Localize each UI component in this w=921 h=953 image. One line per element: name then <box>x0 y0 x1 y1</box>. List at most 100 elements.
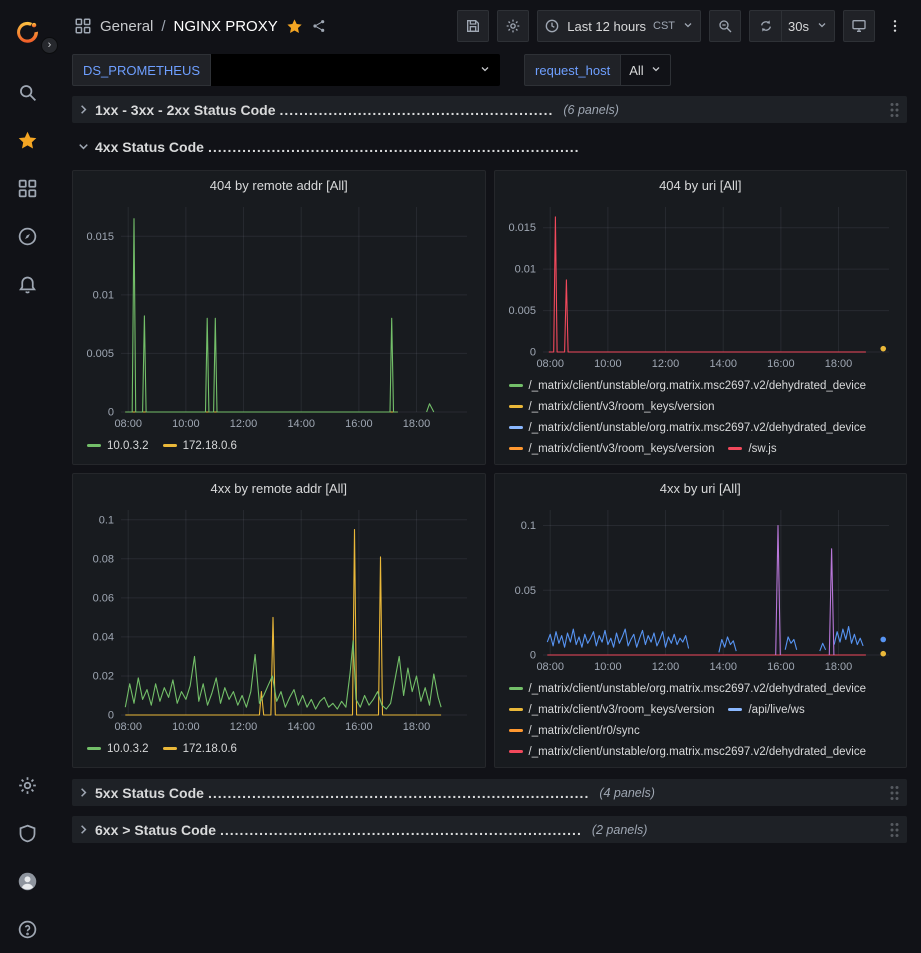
dashboard-canvas: 1xx - 3xx - 2xx Status Code ............… <box>54 88 921 953</box>
legend-item[interactable]: /_matrix/client/unstable/org.matrix.msc2… <box>509 678 867 699</box>
help-icon <box>17 919 38 940</box>
datasource-select[interactable] <box>211 54 500 86</box>
row-title: 4xx Status Code <box>95 139 204 155</box>
panel-title[interactable]: 404 by uri [All] <box>503 171 899 201</box>
legend-item[interactable]: /api/live/ws <box>728 699 804 720</box>
panel-title[interactable]: 4xx by remote addr [All] <box>81 474 477 504</box>
row-drag-handle[interactable] <box>888 820 901 840</box>
request-host-value: All <box>629 63 643 78</box>
refresh-interval-dropdown[interactable]: 30s <box>781 10 835 42</box>
row-drag-handle[interactable] <box>888 783 901 803</box>
legend-item[interactable]: /_matrix/client/r0/sync <box>509 720 640 741</box>
gear-icon <box>505 18 521 34</box>
dashboard-grid-icon[interactable] <box>74 17 92 35</box>
series-color-swatch <box>87 444 101 447</box>
row-header-1xx-3xx-2xx[interactable]: 1xx - 3xx - 2xx Status Code ............… <box>72 96 907 123</box>
bell-icon <box>17 274 38 295</box>
refresh-interval-label: 30s <box>788 19 809 34</box>
legend-item[interactable]: 10.0.3.2 <box>87 435 149 456</box>
legend-item[interactable]: 172.18.0.6 <box>163 738 237 759</box>
chevron-right-icon <box>76 785 91 800</box>
svg-text:14:00: 14:00 <box>709 358 737 370</box>
sidebar-item-explore[interactable] <box>0 212 54 260</box>
time-range-label: Last 12 hours <box>567 19 646 34</box>
row-leader-dots: ........................................… <box>220 822 582 838</box>
time-series-plot[interactable]: 00.050.108:0010:0012:0014:0016:0018:00 <box>503 504 899 675</box>
svg-text:0.005: 0.005 <box>86 348 114 360</box>
time-series-plot[interactable]: 00.0050.010.01508:0010:0012:0014:0016:00… <box>81 201 477 432</box>
legend-item[interactable]: 172.18.0.6 <box>163 435 237 456</box>
svg-text:0.005: 0.005 <box>508 305 536 317</box>
legend-item[interactable]: /_matrix/client/v3/room_keys/version <box>509 438 715 458</box>
tv-mode-button[interactable] <box>843 10 875 42</box>
sidebar-item-configuration[interactable] <box>0 761 54 809</box>
legend-item[interactable]: /_matrix/client/v3/room_keys/version <box>509 396 715 417</box>
row-drag-handle[interactable] <box>888 100 901 120</box>
clock-icon <box>544 18 560 34</box>
chevron-down-icon <box>76 139 91 154</box>
sidebar-expand-button[interactable]: › <box>41 37 58 54</box>
svg-text:14:00: 14:00 <box>287 721 315 733</box>
svg-text:12:00: 12:00 <box>651 661 679 673</box>
panel-legend: /_matrix/client/unstable/org.matrix.msc2… <box>503 372 899 458</box>
legend-item[interactable]: /_matrix/client/unstable/org.matrix.msc2… <box>509 417 867 438</box>
series-name: /_matrix/client/v3/room_keys/version <box>529 443 715 455</box>
series-color-swatch <box>509 405 523 408</box>
series-color-swatch <box>509 687 523 690</box>
row-header-5xx[interactable]: 5xx Status Code ........................… <box>72 779 907 806</box>
save-dashboard-button[interactable] <box>457 10 489 42</box>
time-series-plot[interactable]: 00.0050.010.01508:0010:0012:0014:0016:00… <box>503 201 899 372</box>
panel-legend: 10.0.3.2 172.18.0.6 <box>81 432 477 458</box>
row-panel-count: (2 panels) <box>592 823 648 837</box>
series-color-swatch <box>509 750 523 753</box>
zoom-out-button[interactable] <box>709 10 741 42</box>
sidebar-item-search[interactable] <box>0 68 54 116</box>
legend-item[interactable]: /_matrix/client/unstable/org.matrix.msc2… <box>509 375 867 396</box>
time-series-plot[interactable]: 00.020.040.060.080.108:0010:0012:0014:00… <box>81 504 477 735</box>
legend-item[interactable]: 10.0.3.2 <box>87 738 149 759</box>
legend-item[interactable]: /_matrix/client/v3/room_keys/version <box>509 699 715 720</box>
kebab-icon <box>887 18 903 34</box>
chevron-right-icon <box>76 102 91 117</box>
svg-text:18:00: 18:00 <box>824 661 852 673</box>
svg-text:0: 0 <box>108 710 114 722</box>
svg-text:0.01: 0.01 <box>93 289 114 301</box>
timezone-label: CST <box>653 20 675 32</box>
refresh-icon <box>758 18 774 34</box>
time-range-picker[interactable]: Last 12 hours CST <box>537 10 701 42</box>
dashboard-settings-button[interactable] <box>497 10 529 42</box>
sidebar-item-help[interactable] <box>0 905 54 953</box>
svg-text:12:00: 12:00 <box>230 721 258 733</box>
breadcrumb-folder[interactable]: General <box>100 18 153 35</box>
series-name: /_matrix/client/v3/room_keys/version <box>529 704 715 716</box>
request-host-select[interactable]: All <box>621 54 670 86</box>
share-icon[interactable] <box>311 18 327 34</box>
svg-text:0.1: 0.1 <box>520 520 535 532</box>
svg-text:0.08: 0.08 <box>93 553 114 565</box>
panel-title[interactable]: 404 by remote addr [All] <box>81 171 477 201</box>
svg-text:10:00: 10:00 <box>172 418 200 430</box>
sidebar-item-starred[interactable] <box>0 116 54 164</box>
refresh-button[interactable] <box>749 10 781 42</box>
more-options-button[interactable] <box>883 10 907 42</box>
dashboard-title[interactable]: NGINX PROXY <box>174 18 278 35</box>
legend-item[interactable]: /sw.js <box>728 438 776 458</box>
series-name: 172.18.0.6 <box>183 743 237 755</box>
panel-title[interactable]: 4xx by uri [All] <box>503 474 899 504</box>
main-area: General / NGINX PROXY L <box>54 0 921 953</box>
sidebar-item-server-admin[interactable] <box>0 809 54 857</box>
navbar-actions: Last 12 hours CST 30s <box>457 10 907 42</box>
legend-item[interactable]: /_matrix/client/unstable/org.matrix.msc2… <box>509 741 867 761</box>
favorite-star-icon[interactable] <box>286 18 303 35</box>
sidebar-item-profile[interactable] <box>0 857 54 905</box>
sidebar-item-alerting[interactable] <box>0 260 54 308</box>
series-color-swatch <box>728 447 742 450</box>
sidebar-item-dashboards[interactable] <box>0 164 54 212</box>
svg-text:14:00: 14:00 <box>709 661 737 673</box>
series-name: /_matrix/client/v3/room_keys/version <box>529 401 715 413</box>
sidebar-bottom <box>0 761 54 953</box>
series-name: 10.0.3.2 <box>107 743 149 755</box>
row-header-6xx[interactable]: 6xx > Status Code ......................… <box>72 816 907 843</box>
row-header-4xx[interactable]: 4xx Status Code ........................… <box>72 133 907 160</box>
breadcrumb: General / NGINX PROXY <box>74 17 327 35</box>
